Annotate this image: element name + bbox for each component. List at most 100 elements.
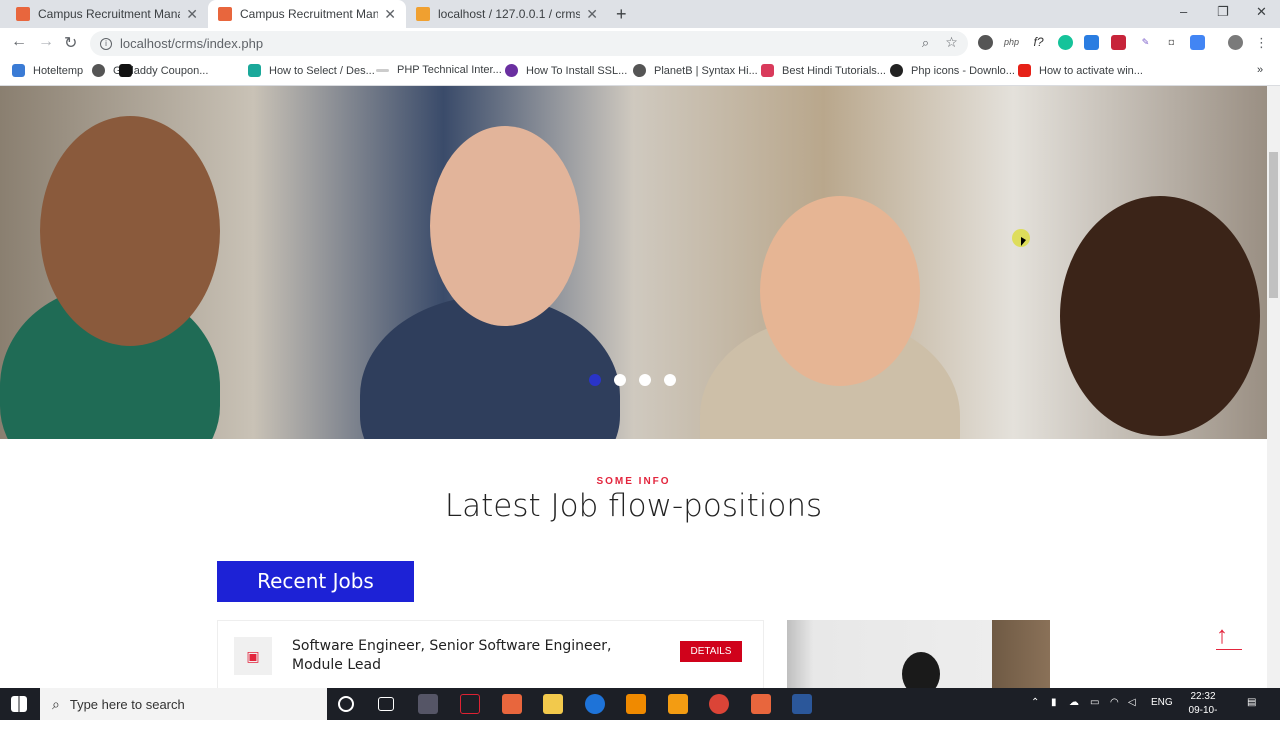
bookmark-item[interactable]: How To Install SSL... (505, 64, 627, 77)
side-image-person (902, 652, 940, 688)
bookmarks-overflow-button[interactable]: » (1257, 64, 1263, 76)
taskbar-app-icon[interactable] (502, 694, 522, 714)
section-title: Latest Job flow-positions (444, 488, 823, 524)
menu-kebab-icon[interactable]: ⋮ (1254, 35, 1269, 50)
tab-1[interactable]: Campus Recruitment Managem ✕ (6, 0, 208, 28)
task-view-icon[interactable] (378, 697, 394, 711)
bookmark-item[interactable]: How to Select / Des... (248, 64, 375, 77)
close-tab-icon[interactable]: ✕ (586, 6, 598, 23)
tab-title: localhost / 127.0.0.1 / crmsdb / t (438, 7, 581, 21)
mouse-cursor-icon (1012, 229, 1030, 247)
maximize-button[interactable]: ❐ (1217, 4, 1229, 20)
hero-image-face (760, 196, 920, 386)
bookmark-item[interactable]: Best Hindi Tutorials... (761, 64, 886, 77)
phpmyadmin-favicon-icon (416, 7, 430, 21)
forward-button[interactable]: → (38, 33, 54, 51)
xampp-icon[interactable] (751, 694, 771, 714)
hero-image-face (430, 126, 580, 326)
new-tab-button[interactable]: + (616, 4, 627, 25)
battery-icon[interactable]: ▭ (1090, 697, 1099, 708)
bookmark-icon (890, 64, 903, 77)
close-tab-icon[interactable]: ✕ (384, 6, 396, 23)
bookmark-icon (119, 64, 132, 77)
bookmark-item[interactable]: Godaddy Coupon... (92, 64, 208, 77)
carousel-dot[interactable] (664, 374, 676, 386)
briefcase-icon: ▣ (234, 637, 272, 675)
youtube-icon (1018, 64, 1031, 77)
tab-3[interactable]: localhost / 127.0.0.1 / crmsdb / t ✕ (406, 0, 608, 28)
taskbar-app-icon[interactable] (460, 694, 480, 714)
profile-avatar[interactable] (1228, 35, 1243, 50)
scrollbar-thumb[interactable] (1269, 152, 1278, 298)
screenshot-extension-icon[interactable] (1084, 35, 1099, 50)
info-icon[interactable]: i (100, 37, 112, 50)
carousel-dot[interactable] (639, 374, 651, 386)
edge-icon[interactable] (585, 694, 605, 714)
bookmark-item[interactable]: PlanetB | Syntax Hi... (633, 64, 758, 77)
tab-2-active[interactable]: Campus Recruitment Managem ✕ (208, 0, 406, 28)
xampp-favicon-icon (16, 7, 30, 21)
grammarly-icon[interactable] (1058, 35, 1073, 50)
recent-jobs-tab[interactable]: Recent Jobs (217, 561, 414, 602)
job-title[interactable]: Software Engineer, Senior Software Engin… (292, 637, 622, 675)
bookmark-item[interactable]: How to activate win... (1018, 64, 1143, 77)
new-extension-icon[interactable] (1190, 35, 1205, 50)
carousel-dot[interactable] (614, 374, 626, 386)
bookmark-item[interactable]: Godaddy Coupon... (119, 64, 140, 77)
address-bar[interactable]: i localhost/crms/index.php (90, 31, 968, 56)
bookmark-item[interactable]: PHP Technical Inter... (376, 64, 502, 76)
globe-icon (92, 64, 105, 77)
bookmark-item[interactable]: Hoteltemp (12, 64, 83, 77)
side-image (787, 620, 1050, 688)
bookmark-item[interactable]: Php icons - Downlo... (890, 64, 1015, 77)
pen-extension-icon[interactable]: ✎ (1138, 35, 1153, 50)
volume-icon[interactable]: ◁ (1128, 697, 1136, 708)
close-window-button[interactable]: ✕ (1256, 4, 1267, 20)
close-tab-icon[interactable]: ✕ (186, 6, 198, 23)
sublime-icon[interactable] (668, 694, 688, 714)
globe-icon (633, 64, 646, 77)
notifications-icon[interactable]: ▤ (1247, 697, 1256, 708)
reload-button[interactable]: ↻ (64, 33, 77, 53)
clock-time: 22:32 (1190, 691, 1216, 702)
clock-date: 09-10-2019 (1188, 705, 1218, 730)
back-to-top-button[interactable]: ↑ (1216, 622, 1242, 650)
page-scrollbar[interactable] (1267, 86, 1280, 688)
language-indicator[interactable]: ENG (1151, 697, 1173, 708)
hero-image-face (40, 116, 220, 346)
windows-start-icon[interactable] (11, 696, 27, 712)
extension-circle-icon[interactable] (978, 35, 993, 50)
details-button[interactable]: DETAILS (680, 641, 742, 662)
minimize-button[interactable]: – (1180, 4, 1187, 19)
windows-taskbar: ⌕ Type here to search ⌃ ▮ ☁ ▭ ◠ ◁ ENG 22… (0, 688, 1280, 730)
onedrive-icon[interactable]: ☁ (1069, 697, 1079, 708)
zoom-icon[interactable]: ⌕ (918, 35, 933, 50)
php-extension-icon[interactable]: php (1004, 35, 1019, 50)
bookmark-icon (376, 68, 389, 72)
clock[interactable]: 22:32 09-10-2019 (1178, 690, 1228, 732)
vlc-icon[interactable] (626, 694, 646, 714)
wifi-icon[interactable]: ◠ (1110, 697, 1119, 708)
file-explorer-icon[interactable] (543, 694, 563, 714)
taskbar-search[interactable]: ⌕ Type here to search (40, 688, 327, 720)
tab-title: Campus Recruitment Managem (240, 7, 379, 21)
chrome-icon[interactable] (709, 694, 729, 714)
function-extension-icon[interactable]: f? (1031, 35, 1046, 50)
search-placeholder: Type here to search (69, 696, 185, 712)
hero-image-face (1060, 196, 1260, 436)
pocket-extension-icon[interactable] (1111, 35, 1126, 50)
taskbar-app-icon[interactable] (418, 694, 438, 714)
camera-extension-icon[interactable]: ◘ (1164, 35, 1179, 50)
page-content: SOME INFO Latest Job flow-positions Rece… (0, 86, 1267, 688)
tray-chevron-icon[interactable]: ⌃ (1031, 697, 1039, 708)
microphone-icon[interactable]: ▮ (1051, 697, 1057, 708)
job-card: ▣ Software Engineer, Senior Software Eng… (217, 620, 764, 688)
cortana-icon[interactable] (338, 696, 354, 712)
url-text: localhost/crms/index.php (120, 36, 264, 51)
bookmark-star-icon[interactable]: ☆ (944, 35, 959, 50)
tab-title: Campus Recruitment Managem (38, 7, 180, 21)
word-icon[interactable] (792, 694, 812, 714)
bookmark-icon (761, 64, 774, 77)
back-button[interactable]: ← (11, 33, 27, 51)
carousel-dot[interactable] (589, 374, 601, 386)
